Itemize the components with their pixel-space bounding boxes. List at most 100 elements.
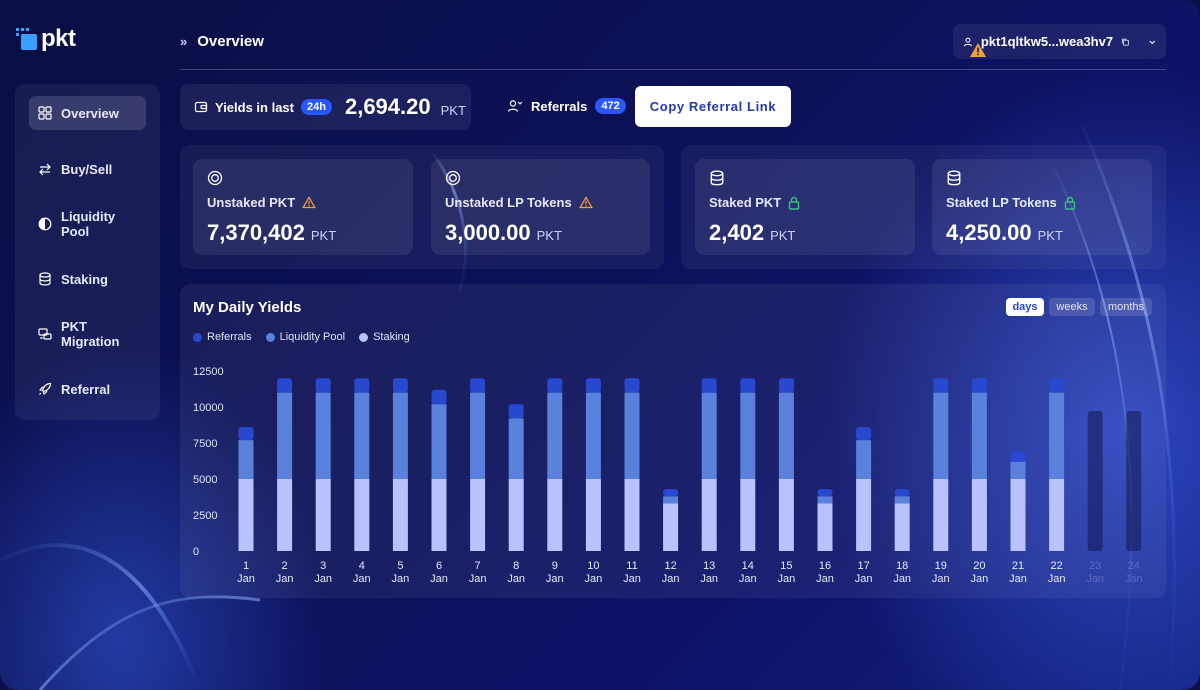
sidebar-item-buy-sell[interactable]: Buy/Sell	[29, 152, 146, 186]
copy-icon[interactable]	[1121, 36, 1129, 48]
x-tick-day: 13	[703, 560, 715, 572]
x-tick-day: 24	[1128, 560, 1140, 572]
bar-segment-referrals	[856, 427, 872, 441]
bar-segment-staking	[778, 479, 794, 551]
sidebar: Overview Buy/Sell Liquidity Pool Staking	[15, 84, 160, 420]
bar-segment-staking	[1049, 479, 1065, 551]
bar-segment-staking	[547, 479, 563, 551]
bar-segment-referrals	[277, 378, 293, 393]
referrals-count-badge: 472	[595, 98, 626, 114]
yields-value: 2,694.20	[344, 94, 431, 119]
bar-segment-referrals	[1049, 378, 1065, 393]
lock-icon	[1064, 196, 1075, 210]
x-tick-day: 22	[1050, 560, 1062, 572]
x-tick-month: Jan	[353, 573, 371, 585]
bar-segment-referrals	[315, 378, 331, 393]
bar-segment-staking	[624, 479, 640, 551]
y-tick-label: 0	[193, 546, 199, 558]
bar-segment-liquidity-pool	[585, 392, 601, 479]
sidebar-item-label: Referral	[61, 381, 111, 397]
yields-unit: PKT	[440, 102, 466, 118]
daily-yields-chart: 025005000750010000125001Jan2Jan3Jan4Jan5…	[193, 366, 1143, 585]
bar-segment-liquidity-pool	[740, 392, 756, 479]
chevron-down-icon[interactable]	[1148, 36, 1156, 48]
x-tick-day: 7	[475, 560, 481, 572]
bar-segment-referrals	[740, 378, 756, 393]
bar-segment-liquidity-pool	[315, 392, 331, 479]
bar-segment-referrals	[547, 378, 563, 393]
bar-segment-staking	[585, 479, 601, 551]
unstaked-lp-card: Unstaked LP Tokens 3,000.00 PKT	[431, 159, 650, 255]
database-icon	[710, 170, 724, 186]
sidebar-item-referral[interactable]: Referral	[29, 372, 146, 406]
x-tick-day: 23	[1089, 560, 1101, 572]
stat-unit: PKT	[536, 228, 562, 243]
y-tick-label: 2500	[193, 510, 217, 522]
wallet-icon	[194, 101, 208, 113]
period-badge: 24h	[301, 99, 332, 115]
unstaked-pkt-card: Unstaked PKT 7,370,402 PKT	[193, 159, 413, 255]
bar-segment-staking	[933, 479, 949, 551]
x-tick-day: 17	[857, 560, 869, 572]
x-tick-month: Jan	[855, 573, 873, 585]
bar-segment-referrals	[778, 378, 794, 393]
bar-segment-liquidity-pool	[277, 392, 293, 479]
stat-unit: PKT	[770, 228, 796, 243]
bar-segment-referrals	[894, 489, 910, 497]
pkt-logo-icon	[16, 28, 38, 50]
database-icon	[39, 272, 51, 286]
bar-segment-referrals	[1010, 451, 1026, 462]
sidebar-item-staking[interactable]: Staking	[29, 262, 146, 296]
x-tick-month: Jan	[507, 573, 525, 585]
bar-segment-liquidity-pool	[933, 392, 949, 479]
sidebar-item-label: PKT Migration	[61, 319, 120, 349]
sidebar-item-pkt-migration[interactable]: PKT Migration	[29, 317, 146, 351]
x-tick-day: 3	[320, 560, 326, 572]
bar-segment-referrals	[663, 489, 679, 497]
x-tick-month: Jan	[932, 573, 950, 585]
x-tick-month: Jan	[971, 573, 989, 585]
x-tick-day: 6	[436, 560, 442, 572]
bar-segment-referrals	[933, 378, 949, 393]
x-tick-month: Jan	[816, 573, 834, 585]
bar-segment-liquidity-pool	[431, 404, 447, 479]
bar-segment-staking	[740, 479, 756, 551]
sidebar-item-label: Staking	[61, 271, 108, 287]
bar-segment-liquidity-pool	[817, 496, 833, 504]
app-logo[interactable]: pkt	[16, 25, 76, 52]
bar-segment-liquidity-pool	[894, 496, 910, 504]
page-title: Overview	[197, 33, 264, 50]
sidebar-item-liquidity-pool[interactable]: Liquidity Pool	[29, 207, 146, 241]
y-tick-label: 12500	[193, 366, 224, 378]
x-tick-day: 14	[742, 560, 754, 572]
wallet-selector[interactable]: pkt1qltkw5...wea3hv7	[953, 24, 1166, 59]
x-tick-month: Jan	[1125, 573, 1143, 585]
warning-icon	[578, 196, 593, 209]
sidebar-item-overview[interactable]: Overview	[29, 96, 146, 130]
bar-segment-liquidity-pool	[508, 418, 524, 479]
stat-value: 7,370,402	[207, 220, 305, 245]
bar-segment-staking	[663, 503, 679, 551]
referrals-summary: Referrals 472	[507, 98, 626, 114]
bar-segment-staking	[238, 479, 254, 551]
x-tick-month: Jan	[469, 573, 487, 585]
bar-segment-liquidity-pool	[392, 392, 408, 479]
bar-segment-liquidity-pool	[701, 392, 717, 479]
x-tick-day: 4	[359, 560, 365, 572]
bar-segment-referrals	[971, 378, 987, 393]
bar-segment-staking	[894, 503, 910, 551]
stat-value: 4,250.00	[946, 220, 1032, 245]
y-tick-label: 5000	[193, 474, 217, 486]
copy-referral-link-button[interactable]: Copy Referral Link	[635, 86, 791, 127]
stat-title: Staked PKT	[709, 195, 782, 210]
x-tick-day: 12	[664, 560, 676, 572]
coin-icon	[445, 170, 461, 186]
logo-text: pkt	[41, 25, 76, 52]
app-window: pkt » Overview pkt1qltkw5...wea3hv7 Over…	[0, 0, 1200, 690]
staked-lp-card: Staked LP Tokens 4,250.00 PKT	[932, 159, 1152, 255]
bar-segment-referrals	[508, 404, 524, 419]
bar-segment-staking	[354, 479, 370, 551]
bar-segment-staking	[277, 479, 293, 551]
staked-pkt-card: Staked PKT 2,402 PKT	[695, 159, 915, 255]
x-tick-month: Jan	[778, 573, 796, 585]
